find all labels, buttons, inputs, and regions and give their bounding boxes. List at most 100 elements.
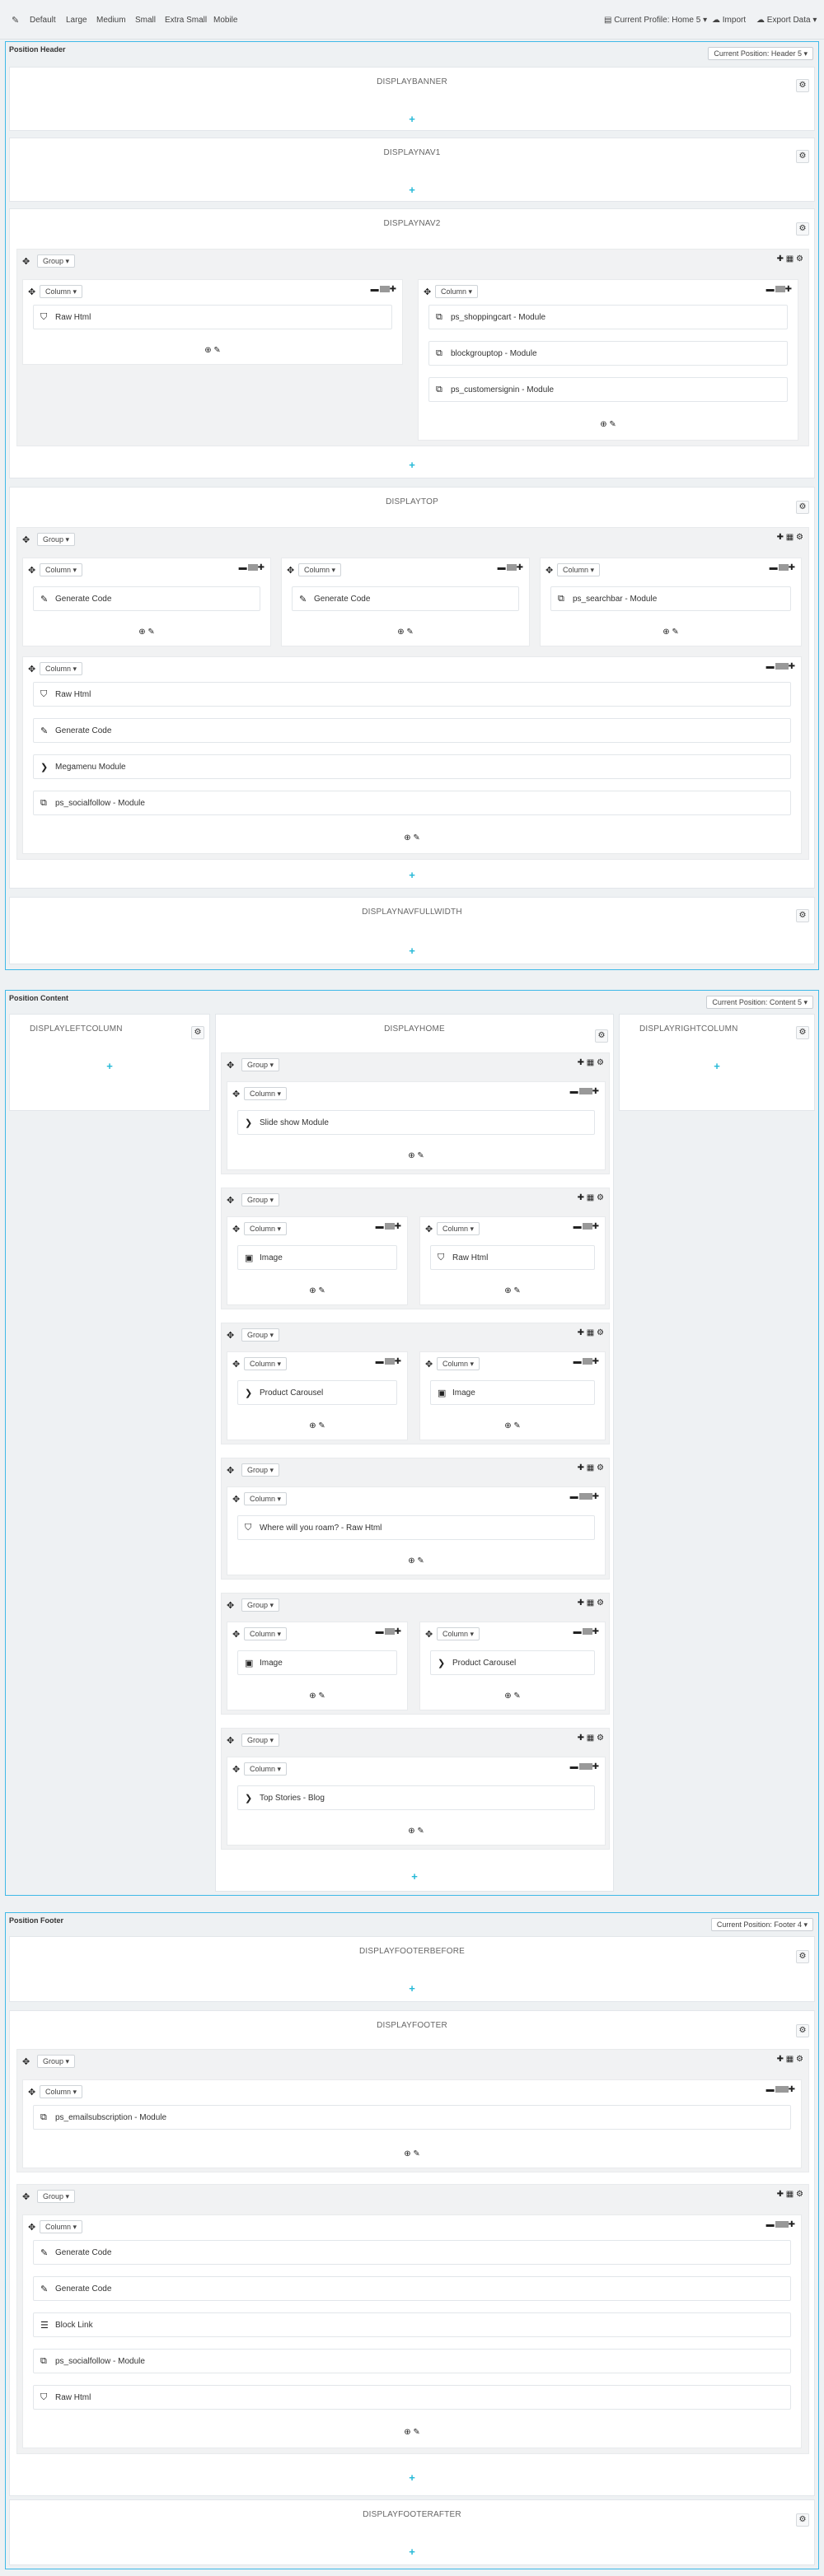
- column-width-tools[interactable]: ▬ ✚: [574, 1357, 600, 1366]
- column-width-tools[interactable]: ▬ ✚: [766, 2220, 796, 2229]
- column-dropdown[interactable]: Column ▾: [40, 285, 83, 298]
- group-dropdown[interactable]: Group ▾: [241, 1193, 280, 1206]
- device-default-button[interactable]: Default: [30, 13, 56, 28]
- column-actions[interactable]: ⊕ ✎: [282, 628, 529, 637]
- move-icon[interactable]: ✥: [22, 2056, 30, 2067]
- column-dropdown[interactable]: Column ▾: [244, 1762, 288, 1776]
- module-image[interactable]: ▣ Image: [237, 1650, 397, 1675]
- move-icon[interactable]: ✥: [227, 1600, 234, 1611]
- profile-dropdown[interactable]: ▤ Current Profile: Home 5 ▾: [604, 13, 707, 28]
- move-icon[interactable]: ✥: [232, 1764, 240, 1775]
- gear-icon[interactable]: ⚙: [595, 1029, 608, 1043]
- column-actions[interactable]: ⊕ ✎: [23, 2428, 801, 2437]
- add-group-plus-icon[interactable]: +: [10, 945, 814, 957]
- gear-icon[interactable]: ⚙: [796, 909, 809, 922]
- move-icon[interactable]: ✥: [232, 1089, 240, 1099]
- column-actions[interactable]: ⊕ ✎: [227, 1421, 407, 1430]
- module-top-stories-blog[interactable]: ❯ Top Stories - Blog: [237, 1785, 595, 1810]
- gear-icon[interactable]: ⚙: [796, 1950, 809, 1963]
- module-image[interactable]: ▣ Image: [237, 1245, 397, 1270]
- group-tools[interactable]: ✚ ▦ ⚙: [777, 2190, 803, 2199]
- gear-icon[interactable]: ⚙: [796, 1026, 809, 1039]
- add-group-plus-icon[interactable]: +: [620, 1061, 814, 1072]
- module-product-carousel[interactable]: ❯ Product Carousel: [430, 1650, 595, 1675]
- position-select[interactable]: Current Position: Content 5 ▾: [706, 996, 813, 1009]
- device-large-button[interactable]: Large: [66, 13, 87, 28]
- move-icon[interactable]: ✥: [425, 1224, 433, 1234]
- group-tools[interactable]: ✚ ▦ ⚙: [578, 1598, 604, 1608]
- group-dropdown[interactable]: Group ▾: [37, 254, 76, 268]
- group-tools[interactable]: ✚ ▦ ⚙: [578, 1058, 604, 1067]
- device-mobile-button[interactable]: Mobile: [213, 13, 237, 28]
- group-tools[interactable]: ✚ ▦ ⚙: [578, 1734, 604, 1743]
- module-block-link[interactable]: ☰ Block Link: [33, 2312, 791, 2337]
- module-megamenu[interactable]: ❯ Megamenu Module: [33, 754, 791, 779]
- add-group-plus-icon[interactable]: +: [10, 870, 814, 881]
- move-icon[interactable]: ✥: [28, 565, 35, 576]
- add-group-plus-icon[interactable]: +: [10, 2546, 814, 2558]
- column-dropdown[interactable]: Column ▾: [40, 563, 83, 576]
- module-customersignin[interactable]: ⧉ ps_customersignin - Module: [428, 377, 788, 402]
- column-width-tools[interactable]: ▬ ✚: [570, 1492, 600, 1501]
- column-dropdown[interactable]: Column ▾: [437, 1222, 480, 1235]
- add-group-plus-icon[interactable]: +: [10, 114, 814, 125]
- group-dropdown[interactable]: Group ▾: [241, 1463, 280, 1477]
- column-width-tools[interactable]: ▬ ✚: [770, 563, 796, 572]
- column-width-tools[interactable]: ▬ ✚: [574, 1627, 600, 1636]
- group-tools[interactable]: ✚ ▦ ⚙: [578, 1463, 604, 1472]
- column-dropdown[interactable]: Column ▾: [435, 285, 479, 298]
- move-icon[interactable]: ✥: [425, 1359, 433, 1370]
- column-dropdown[interactable]: Column ▾: [437, 1357, 480, 1370]
- move-icon[interactable]: ✥: [425, 1629, 433, 1640]
- module-generate-code[interactable]: ✎ Generate Code: [33, 2276, 791, 2301]
- gear-icon[interactable]: ⚙: [796, 222, 809, 236]
- module-searchbar[interactable]: ⧉ ps_searchbar - Module: [550, 586, 791, 611]
- move-icon[interactable]: ✥: [227, 1195, 234, 1206]
- group-dropdown[interactable]: Group ▾: [241, 1598, 280, 1612]
- column-width-tools[interactable]: ▬ ✚: [239, 563, 265, 572]
- move-icon[interactable]: ✥: [232, 1494, 240, 1505]
- move-icon[interactable]: ✥: [28, 2222, 35, 2233]
- column-dropdown[interactable]: Column ▾: [244, 1087, 288, 1100]
- column-actions[interactable]: ⊕ ✎: [420, 1692, 605, 1701]
- module-emailsubscription[interactable]: ⧉ ps_emailsubscription - Module: [33, 2105, 791, 2130]
- column-dropdown[interactable]: Column ▾: [40, 2085, 83, 2098]
- add-group-plus-icon[interactable]: +: [216, 1871, 613, 1883]
- column-width-tools[interactable]: ▬ ✚: [766, 285, 793, 294]
- gear-icon[interactable]: ⚙: [796, 2513, 809, 2527]
- column-width-tools[interactable]: ▬ ✚: [376, 1222, 402, 1231]
- move-icon[interactable]: ✥: [227, 1465, 234, 1476]
- gear-icon[interactable]: ⚙: [191, 1026, 204, 1039]
- column-dropdown[interactable]: Column ▾: [244, 1357, 288, 1370]
- column-dropdown[interactable]: Column ▾: [557, 563, 601, 576]
- group-tools[interactable]: ✚ ▦ ⚙: [777, 2055, 803, 2064]
- move-icon[interactable]: ✥: [22, 256, 30, 267]
- gear-icon[interactable]: ⚙: [796, 2024, 809, 2037]
- column-width-tools[interactable]: ▬ ✚: [376, 1357, 402, 1366]
- column-actions[interactable]: ⊕ ✎: [419, 420, 798, 429]
- column-dropdown[interactable]: Column ▾: [437, 1627, 480, 1640]
- group-dropdown[interactable]: Group ▾: [241, 1058, 280, 1071]
- module-socialfollow[interactable]: ⧉ ps_socialfollow - Module: [33, 791, 791, 815]
- group-dropdown[interactable]: Group ▾: [241, 1328, 280, 1342]
- column-actions[interactable]: ⊕ ✎: [23, 346, 402, 355]
- module-generate-code[interactable]: ✎ Generate Code: [33, 2240, 791, 2265]
- group-tools[interactable]: ✚ ▦ ⚙: [777, 254, 803, 264]
- module-raw-html[interactable]: ⛉ Raw Html: [33, 305, 392, 329]
- column-width-tools[interactable]: ▬ ✚: [766, 662, 796, 671]
- move-icon[interactable]: ✥: [545, 565, 553, 576]
- move-icon[interactable]: ✥: [28, 2087, 35, 2098]
- column-dropdown[interactable]: Column ▾: [298, 563, 342, 576]
- gear-icon[interactable]: ⚙: [796, 79, 809, 92]
- column-actions[interactable]: ⊕ ✎: [227, 1151, 605, 1160]
- column-dropdown[interactable]: Column ▾: [40, 662, 83, 675]
- column-width-tools[interactable]: ▬ ✚: [570, 1762, 600, 1771]
- module-generate-code[interactable]: ✎ Generate Code: [33, 586, 260, 611]
- import-button[interactable]: ☁ Import: [712, 13, 746, 28]
- module-raw-html[interactable]: ⛉ Raw Html: [33, 682, 791, 707]
- module-generate-code[interactable]: ✎ Generate Code: [33, 718, 791, 743]
- module-slideshow[interactable]: ❯ Slide show Module: [237, 1110, 595, 1135]
- module-image[interactable]: ▣ Image: [430, 1380, 595, 1405]
- column-dropdown[interactable]: Column ▾: [244, 1492, 288, 1505]
- group-dropdown[interactable]: Group ▾: [37, 2055, 76, 2068]
